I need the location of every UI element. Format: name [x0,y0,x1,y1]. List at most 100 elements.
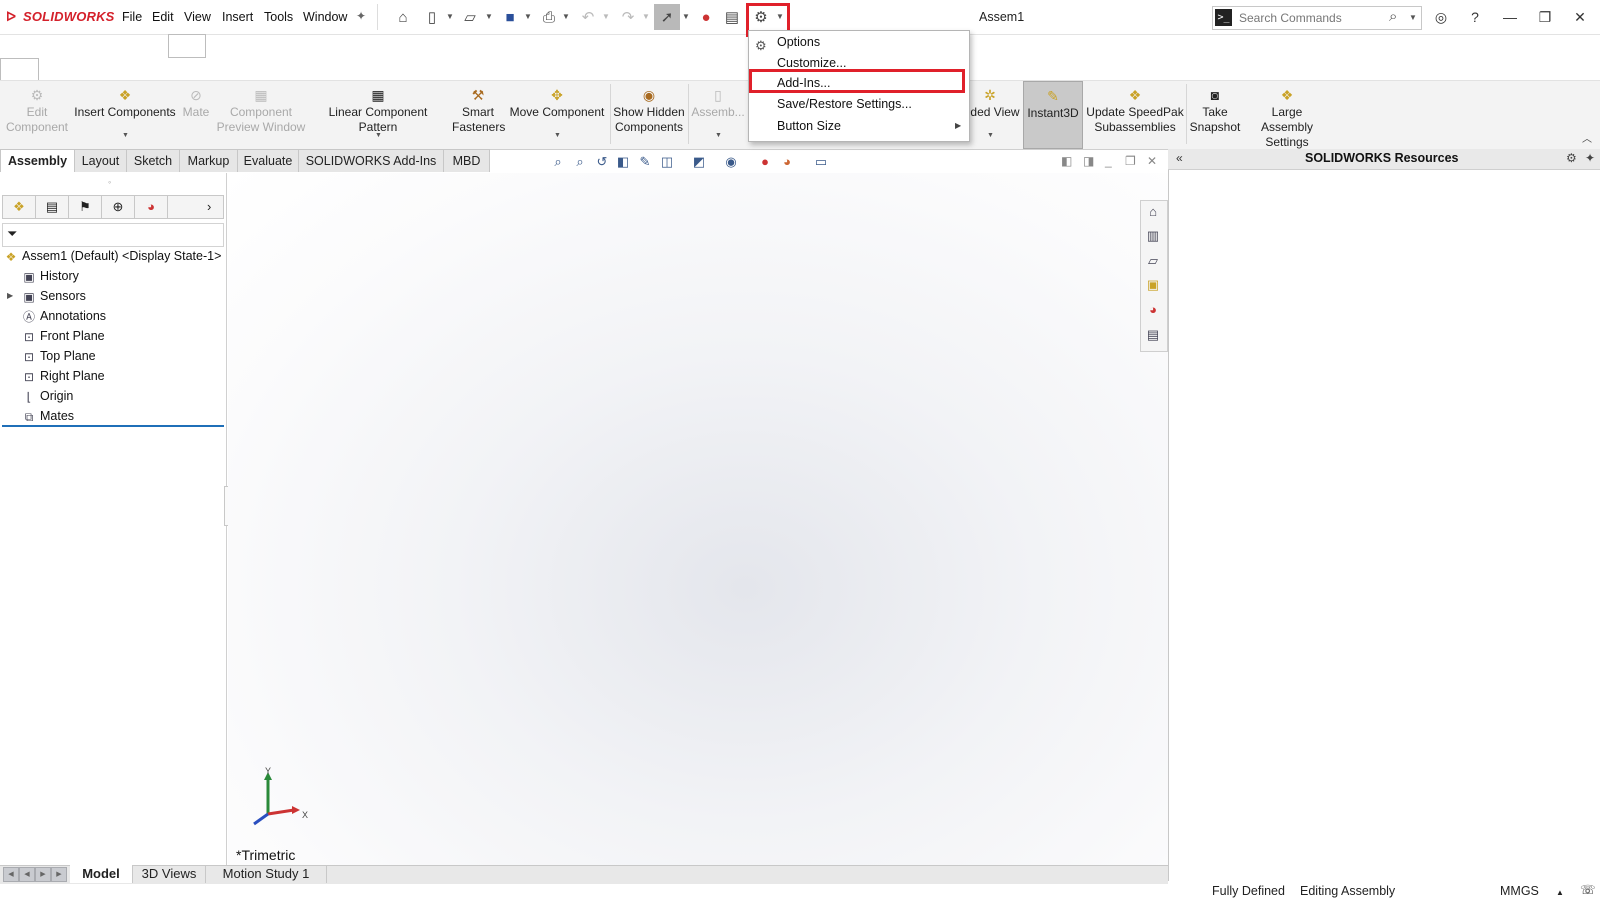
settings-icon[interactable]: ⚙ [1566,151,1577,165]
filter-icon[interactable]: ⏷ [7,226,17,242]
display-manager-tab-icon[interactable]: ◕ [135,196,168,218]
first-tab-icon[interactable]: ◀ [3,867,19,882]
tree-item-top-plane[interactable]: ⊡ Top Plane [22,346,96,366]
smart-fasteners-button[interactable]: ⚒ Smart Fasteners [452,81,505,149]
assembly-features-button[interactable]: ▯ Assemb... ▼ [690,81,746,149]
menu-file[interactable]: File [122,10,142,24]
tile-right-icon[interactable]: ◨ [1083,154,1094,168]
print-dropdown-icon[interactable]: ▼ [562,12,570,21]
tab-evaluate[interactable]: Evaluate [237,149,299,172]
pin-icon[interactable]: ✦ [356,9,366,23]
feature-manager-tab-icon[interactable]: ❖ [3,196,36,218]
tab-sketch[interactable]: Sketch [126,149,180,172]
component-preview-window-button[interactable]: ▦ Component Preview Window [216,81,306,149]
viewport-close-icon[interactable]: ✕ [1147,154,1157,168]
menu-edit[interactable]: Edit [152,10,174,24]
tree-filter[interactable]: ⏷ [2,223,224,247]
help-icon[interactable]: ? [1462,6,1488,28]
viewport-restore-icon[interactable]: ❐ [1125,154,1136,168]
chevron-right-icon[interactable]: › [207,196,211,218]
insert-components-button[interactable]: ❖ Insert Components ▼ [74,81,176,149]
save-dropdown-icon[interactable]: ▼ [524,12,532,21]
tab-assembly[interactable]: Assembly [0,149,75,172]
new-dropdown-icon[interactable]: ▼ [446,12,454,21]
dimxpert-tab-icon[interactable]: ⊕ [102,196,135,218]
open-folder-icon[interactable]: ▱ [459,6,481,28]
tree-item-right-plane[interactable]: ⊡ Right Plane [22,366,105,386]
zoom-to-area-icon[interactable]: ⌕ [571,154,589,172]
save-icon[interactable]: ■ [499,6,521,28]
design-library-icon[interactable]: ▥ [1143,226,1163,246]
last-tab-icon[interactable]: ▶ [51,867,67,882]
tree-item-sensors[interactable]: ▣ Sensors [22,286,86,306]
select-dropdown-icon[interactable]: ▼ [682,12,690,21]
resources-home-icon[interactable]: ⌂ [1143,202,1163,222]
select-icon[interactable]: ➚ [654,4,680,30]
tab-layout[interactable]: Layout [74,149,127,172]
search-commands[interactable]: >_ Search Commands ⌕ ▼ [1212,6,1422,30]
search-input[interactable]: Search Commands [1239,11,1342,25]
next-tab-icon[interactable]: ▶ [35,867,51,882]
apply-scene-icon[interactable]: ◕ [778,154,796,172]
options-dropdown-icon[interactable]: ▼ [776,12,784,21]
show-hidden-components-button[interactable]: ◉ Show Hidden Components [612,81,686,149]
units-dropdown-icon[interactable]: ▲ [1556,888,1564,897]
panel-grip-icon[interactable]: ◦ [108,177,111,187]
menu-insert[interactable]: Insert [222,10,253,24]
file-properties-icon[interactable]: ▤ [721,6,743,28]
appearances-icon[interactable]: ◕ [1143,300,1163,320]
chevron-down-icon[interactable]: ▼ [987,128,994,143]
zoom-to-fit-icon[interactable]: ⌕ [549,154,567,172]
tile-left-icon[interactable]: ◧ [1061,154,1072,168]
tab-mbd[interactable]: MBD [443,149,490,172]
previous-view-icon[interactable]: ↺ [593,154,611,172]
menu-item-save-restore-settings[interactable]: Save/Restore Settings... [777,97,912,111]
minimize-icon[interactable]: — [1497,6,1523,28]
undo-icon[interactable]: ↶ [577,6,599,28]
tree-item-annotations[interactable]: Ⓐ Annotations [22,306,106,326]
tree-item-mates[interactable]: ⧉ Mates [22,406,74,426]
file-explorer-icon[interactable]: ▱ [1143,251,1163,271]
chevron-down-icon[interactable]: ▼ [122,128,129,143]
tab-model[interactable]: Model [70,865,133,883]
redo-icon[interactable]: ↷ [617,6,639,28]
menu-item-options[interactable]: Options [777,35,820,49]
home-icon[interactable]: ⌂ [392,6,414,28]
viewport-minimize-icon[interactable]: _ [1105,154,1112,168]
tree-item-history[interactable]: ▣ History [22,266,79,286]
search-dropdown-icon[interactable]: ▼ [1409,13,1417,22]
custom-properties-icon[interactable]: ▤ [1143,325,1163,345]
move-component-button[interactable]: ✥ Move Component ▼ [508,81,606,149]
menu-tools[interactable]: Tools [264,10,293,24]
tab-3d-views[interactable]: 3D Views [133,865,206,883]
restore-icon[interactable]: ❐ [1532,6,1558,28]
hide-show-items-icon[interactable]: ◉ [722,154,740,172]
view-orientation-icon[interactable]: ◫ [658,154,676,172]
chevron-down-icon[interactable]: ▼ [554,128,561,143]
new-document-icon[interactable]: ▯ [421,6,443,28]
tab-solidworks-add-ins[interactable]: SOLIDWORKS Add-Ins [298,149,444,172]
menu-window[interactable]: Window [303,10,347,24]
gear-icon[interactable]: ⚙ [750,6,772,28]
open-dropdown-icon[interactable]: ▼ [485,12,493,21]
solidworks-logo[interactable]: ᐅ SOLIDWORKS [6,9,115,24]
search-icon[interactable]: ⌕ [1389,8,1397,25]
configuration-manager-tab-icon[interactable]: ⚑ [69,196,102,218]
chevron-down-icon[interactable]: ▼ [715,128,722,143]
tree-item-front-plane[interactable]: ⊡ Front Plane [22,326,105,346]
tree-item-origin[interactable]: ⌊ Origin [22,386,74,406]
expand-arrow-icon[interactable]: ▶ [7,291,13,300]
menu-view[interactable]: View [184,10,211,24]
collapse-pane-icon[interactable]: « [1176,151,1183,165]
view-palette-icon[interactable]: ▣ [1143,275,1163,295]
chat-icon[interactable]: ☏ [1580,882,1596,897]
user-account-icon[interactable]: ◎ [1428,6,1454,28]
section-view-icon[interactable]: ◧ [614,154,632,172]
graphics-area[interactable] [228,173,1168,865]
collapse-ribbon-icon[interactable]: ︿ [1582,130,1592,145]
instant3d-button[interactable]: ✎ Instant3D [1023,81,1083,149]
mate-button[interactable]: ⊘ Mate [178,81,214,149]
property-manager-tab-icon[interactable]: ▤ [36,196,69,218]
view-settings-icon[interactable]: ▭ [812,154,830,172]
edit-appearance-icon[interactable]: ● [756,154,774,172]
